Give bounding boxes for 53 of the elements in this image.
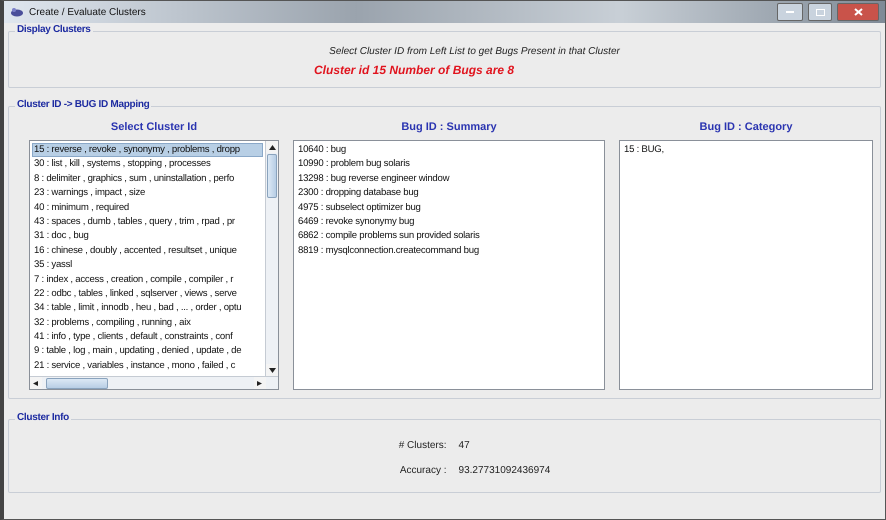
horizontal-scrollbar[interactable] xyxy=(30,376,278,389)
panel-title: Display Clusters xyxy=(15,24,93,35)
column-heading: Bug ID : Summary xyxy=(400,121,498,133)
cluster-item[interactable]: 35 : yassl xyxy=(32,258,263,273)
maximize-button[interactable] xyxy=(808,3,832,21)
scrollbar-thumb[interactable] xyxy=(46,378,108,388)
cluster-item[interactable]: 40 : minimum , required xyxy=(32,200,263,215)
cluster-item[interactable]: 43 : spaces , dumb , tables , query , trim , rpad , pr xyxy=(32,214,263,230)
summary-item: 10640 : bug xyxy=(297,143,347,157)
cluster-item[interactable]: 21 : service , variables , instance , mono , failed , c xyxy=(32,358,263,374)
cluster-item[interactable]: 30 : list , kill , systems , stopping , processes xyxy=(32,157,263,172)
cluster-item[interactable]: 16 : chinese , doubly , accented , resultset , unique xyxy=(32,244,263,258)
summary-item: 6469 : revoke synonymy bug xyxy=(297,214,416,229)
cluster-item[interactable]: 31 : doc , bug xyxy=(32,229,263,244)
maximize-icon xyxy=(816,8,824,16)
summary-item: 2300 : dropping database bug xyxy=(297,186,420,200)
cluster-item[interactable]: 8 : delimiter , graphics , sum , uninstallation , perfo xyxy=(32,172,263,186)
cluster-item[interactable]: 41 : info , type , clients , default , constraints , conf xyxy=(32,330,263,344)
column-heading: Bug ID : Category xyxy=(698,121,794,133)
scroll-left-icon[interactable] xyxy=(32,380,40,386)
minimize-icon xyxy=(786,10,794,14)
scroll-up-icon[interactable] xyxy=(268,144,276,150)
cluster-item[interactable]: 32 : problems , compiling , running , aix xyxy=(32,316,263,330)
field-value: 93.27731092436974 xyxy=(458,465,550,476)
window-title: Create / Evaluate Clusters xyxy=(29,6,146,18)
scroll-down-icon[interactable] xyxy=(268,368,276,372)
field-value: 47 xyxy=(458,440,471,451)
cluster-item[interactable]: 22 : odbc , tables , linked , sqlserver , views , serve xyxy=(32,286,263,302)
summary-item: 8819 : mysqlconnection.createcommand bug xyxy=(297,244,480,258)
panel-title: Cluster Info xyxy=(15,412,71,423)
minimize-button[interactable] xyxy=(777,3,803,21)
cluster-item[interactable]: 9 : table , log , main , updating , denied , update , de xyxy=(32,344,263,359)
column-heading: Select Cluster Id xyxy=(110,121,198,133)
category-item: 15 : BUG, xyxy=(623,143,665,157)
cluster-item[interactable]: 34 : table , limit , innodb , heu , bad , ... , order , optu xyxy=(32,301,263,316)
summary-item: 10990 : problem bug solaris xyxy=(297,157,411,172)
instruction-text: Select Cluster ID from Left List to get Bugs Present in that Cluster xyxy=(328,46,621,57)
cluster-item[interactable]: 15 : reverse , revoke , synonymy , problems , dropp xyxy=(32,143,263,158)
vertical-scrollbar[interactable] xyxy=(265,141,278,376)
app-icon xyxy=(10,7,24,17)
scrollbar-thumb[interactable] xyxy=(267,154,277,198)
field-label: # Clusters: xyxy=(398,440,447,451)
summary-item: 4975 : subselect optimizer bug xyxy=(297,200,422,215)
close-icon xyxy=(854,8,862,16)
result-text: Cluster id 15 Number of Bugs are 8 xyxy=(313,63,516,77)
summary-item: 13298 : bug reverse engineer window xyxy=(297,172,450,186)
cluster-item[interactable]: 7 : index , access , creation , compile , compiler , r xyxy=(32,272,263,287)
panel-title: Cluster ID -> BUG ID Mapping xyxy=(15,99,152,110)
cluster-item[interactable]: 23 : warnings , impact , size xyxy=(32,186,263,201)
field-label: Accuracy : xyxy=(398,465,447,476)
summary-item: 6862 : compile problems sun provided solaris xyxy=(297,229,481,244)
scroll-right-icon[interactable] xyxy=(256,380,264,386)
close-button[interactable] xyxy=(837,3,879,21)
